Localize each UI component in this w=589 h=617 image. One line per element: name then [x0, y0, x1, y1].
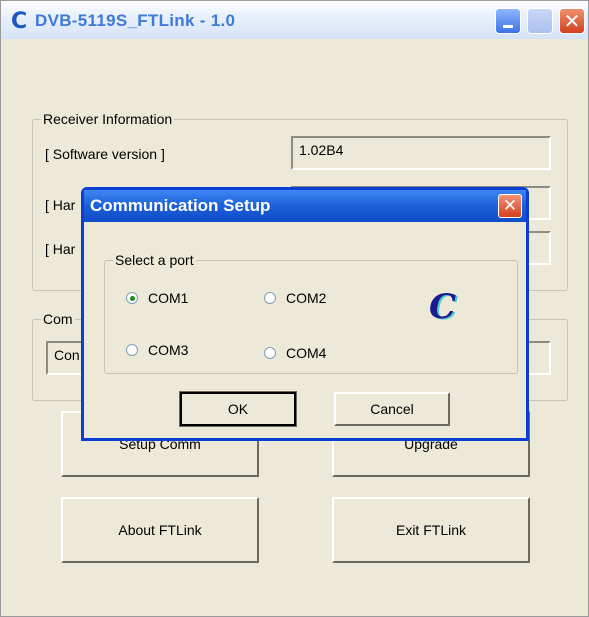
port-com4-label: COM4: [286, 345, 327, 361]
port-com3-radio[interactable]: COM3: [126, 342, 188, 358]
hardware-label-1: [ Har: [45, 197, 76, 213]
dialog-close-button[interactable]: ✕: [498, 194, 522, 218]
minimize-button[interactable]: [495, 8, 521, 34]
comm-group-legend: Com: [43, 311, 73, 327]
radio-unselected-icon: [126, 344, 138, 356]
port-com3-label: COM3: [148, 342, 189, 358]
hardware-label-2: [ Har: [45, 241, 76, 257]
close-button[interactable]: ✕: [559, 8, 585, 34]
port-com2-radio[interactable]: COM2: [264, 290, 326, 306]
ftlink-logo-icon: C: [429, 287, 457, 327]
radio-unselected-icon: [264, 292, 276, 304]
dialog-title-bar[interactable]: Communication Setup ✕: [84, 190, 526, 222]
communication-setup-dialog: Communication Setup ✕ Select a port COM1…: [81, 187, 529, 441]
software-version-field: 1.02B4: [291, 136, 551, 170]
main-window: C DVB-5119S_FTLink - 1.0 ✕ Receiver Info…: [0, 0, 589, 617]
receiver-info-legend: Receiver Information: [43, 111, 173, 127]
exit-ftlink-button[interactable]: Exit FTLink: [332, 497, 530, 563]
about-ftlink-button[interactable]: About FTLink: [61, 497, 259, 563]
port-com1-label: COM1: [148, 290, 189, 306]
radio-selected-icon: [126, 292, 138, 304]
software-version-label: [ Software version ]: [45, 146, 165, 162]
ok-button[interactable]: OK: [179, 391, 297, 427]
dialog-title: Communication Setup: [90, 196, 271, 215]
maximize-button[interactable]: [527, 8, 553, 34]
port-com1-radio[interactable]: COM1: [126, 290, 188, 306]
window-title: DVB-5119S_FTLink - 1.0: [35, 11, 236, 30]
cancel-button[interactable]: Cancel: [334, 392, 450, 426]
select-port-legend: Select a port: [115, 252, 194, 268]
port-com4-radio[interactable]: COM4: [264, 345, 326, 361]
app-logo-icon: C: [11, 9, 28, 34]
radio-unselected-icon: [264, 347, 276, 359]
port-com2-label: COM2: [286, 290, 327, 306]
title-bar[interactable]: C DVB-5119S_FTLink - 1.0 ✕: [1, 1, 588, 39]
